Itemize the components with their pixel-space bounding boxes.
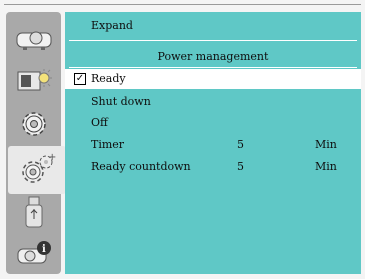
option-row[interactable]: Timer 5 Min	[65, 135, 361, 155]
option-row[interactable]: Ready countdown 5 Min	[65, 157, 361, 177]
sidebar-item-display[interactable]	[10, 20, 58, 56]
option-label: Off	[91, 116, 108, 129]
sidebar-item-information[interactable]: i	[10, 236, 58, 272]
top-divider	[4, 4, 361, 5]
option-unit: Min	[315, 160, 337, 173]
osd-menu-window: + i Expand Power management ✓ Ready Shut…	[0, 0, 365, 279]
option-label: Ready countdown	[91, 160, 191, 173]
page-title: Expand	[91, 19, 133, 32]
svg-text:+: +	[48, 152, 56, 163]
menu-header: Expand	[65, 12, 361, 39]
option-value[interactable]: 5	[237, 160, 244, 173]
menu-panel: Expand Power management ✓ Ready Shut down O…	[65, 12, 361, 274]
section-title: Power management	[157, 50, 269, 63]
header-divider	[69, 40, 357, 41]
option-label: Ready	[91, 72, 126, 85]
sidebar-item-picture[interactable]	[10, 62, 58, 98]
projector-icon	[15, 25, 53, 51]
option-label: Shut down	[91, 95, 151, 108]
info-icon: i	[15, 239, 53, 269]
section-divider	[69, 67, 357, 68]
option-row[interactable]: Shut down	[65, 92, 361, 112]
sidebar: + i	[6, 12, 66, 274]
gear-icon	[17, 107, 51, 141]
expand-settings-icon: +	[17, 152, 57, 188]
option-row[interactable]: ✓ Ready	[65, 69, 361, 89]
checkbox-checked-icon: ✓	[74, 73, 86, 85]
option-row[interactable]: Off	[65, 113, 361, 133]
option-label: Timer	[91, 138, 125, 151]
option-unit: Min	[315, 138, 337, 151]
svg-text:i: i	[42, 244, 46, 255]
sidebar-item-memory-viewer[interactable]	[10, 194, 58, 230]
option-value[interactable]: 5	[237, 138, 244, 151]
sidebar-item-setting[interactable]	[10, 106, 58, 142]
sidebar-item-expand[interactable]: +	[8, 146, 66, 194]
picture-adjust-icon	[15, 66, 53, 94]
usb-memory-icon	[21, 195, 47, 229]
